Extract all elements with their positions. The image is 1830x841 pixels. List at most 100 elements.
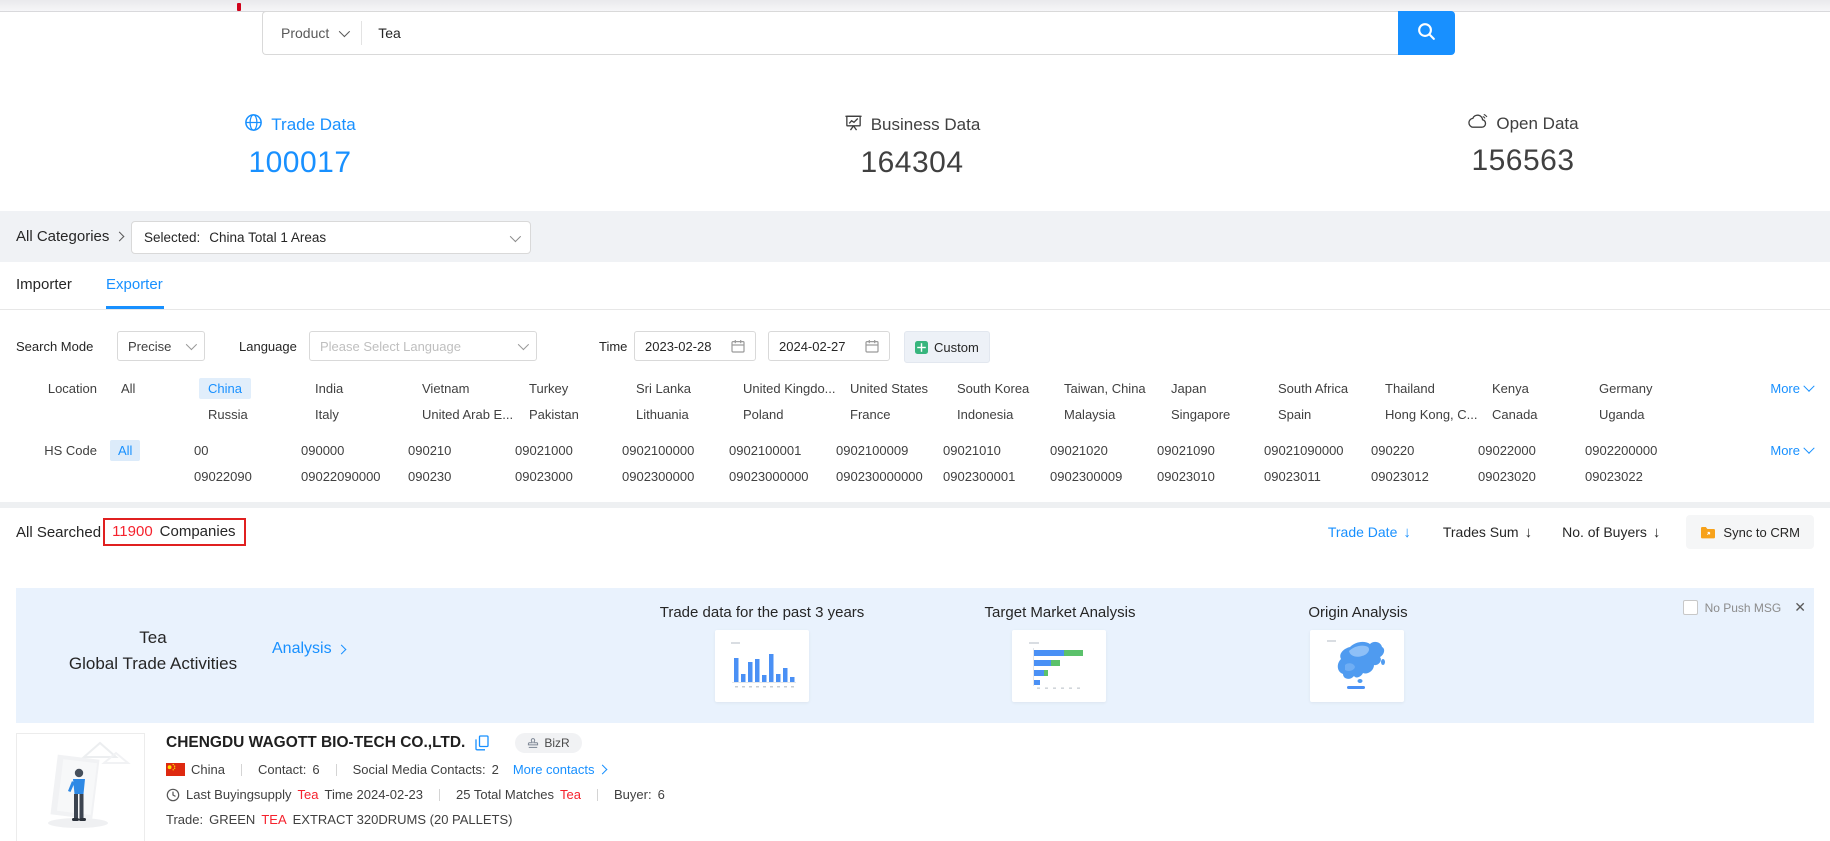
hs-code-item[interactable]: 09023000000: [729, 466, 836, 484]
search-input[interactable]: [362, 25, 1398, 41]
location-item[interactable]: Poland: [729, 404, 836, 422]
location-item[interactable]: Singapore: [1157, 404, 1264, 422]
location-item[interactable]: France: [836, 404, 943, 422]
hs-code-more-button[interactable]: More: [1770, 443, 1813, 458]
trade-chart-thumbnail[interactable]: [715, 630, 809, 702]
hs-code-item[interactable]: 090230: [408, 466, 515, 484]
trade-label: Trade:: [166, 812, 203, 827]
search-category-select[interactable]: Product: [263, 25, 361, 41]
hs-code-item[interactable]: 0902300001: [943, 466, 1050, 484]
sync-to-crm-button[interactable]: Sync to CRM: [1686, 515, 1814, 549]
hs-code-item[interactable]: 00: [194, 440, 301, 458]
tab-importer[interactable]: Importer: [16, 262, 72, 306]
stat-open-data[interactable]: Open Data 156563: [1393, 113, 1653, 178]
origin-map-thumbnail[interactable]: [1310, 630, 1404, 702]
hs-code-item[interactable]: 09023000: [515, 466, 622, 484]
analysis-link[interactable]: Analysis: [272, 640, 345, 658]
company-placeholder-illustration: [26, 739, 136, 838]
location-item[interactable]: Lithuania: [622, 404, 729, 422]
hs-code-item[interactable]: 0902100009: [836, 440, 943, 458]
search-mode-select[interactable]: Precise: [117, 331, 205, 361]
hs-code-item[interactable]: 0902200000: [1585, 440, 1692, 458]
location-item[interactable]: Malaysia: [1050, 404, 1157, 422]
company-thumbnail[interactable]: [16, 733, 145, 841]
hs-code-item[interactable]: 09021020: [1050, 440, 1157, 458]
copy-icon[interactable]: [475, 735, 489, 751]
banner-title: Tea Global Trade Activities: [42, 625, 264, 677]
location-item[interactable]: Germany: [1585, 378, 1692, 399]
sort-label: Trade Date: [1328, 524, 1398, 540]
hs-code-item[interactable]: 090210: [408, 440, 515, 458]
matches-text: 25 Total Matches: [456, 787, 554, 802]
stat-trade-data[interactable]: Trade Data 100017: [170, 113, 430, 180]
location-item[interactable]: South Africa: [1264, 378, 1371, 399]
location-item[interactable]: India: [301, 378, 408, 399]
hs-code-item[interactable]: 09021090000: [1264, 440, 1371, 458]
stat-business-data[interactable]: Business Data 164304: [782, 113, 1042, 180]
hs-code-item[interactable]: 09023020: [1478, 466, 1585, 484]
hs-code-item[interactable]: 09022090000: [301, 466, 408, 484]
custom-time-button[interactable]: Custom: [904, 331, 990, 363]
location-more-button[interactable]: More: [1770, 381, 1813, 396]
hs-code-item[interactable]: 09021000: [515, 440, 622, 458]
hs-code-item[interactable]: 090220: [1371, 440, 1478, 458]
location-item[interactable]: South Korea: [943, 378, 1050, 399]
location-item[interactable]: Uganda: [1585, 404, 1692, 422]
location-item[interactable]: Canada: [1478, 404, 1585, 422]
hs-code-item[interactable]: 09023010: [1157, 466, 1264, 484]
divider: [597, 789, 598, 801]
hs-code-item[interactable]: 0902100000: [622, 440, 729, 458]
target-market-thumbnail[interactable]: [1012, 630, 1106, 702]
bizr-badge[interactable]: BizR: [515, 733, 581, 753]
no-push-checkbox[interactable]: [1683, 600, 1698, 615]
language-select[interactable]: Please Select Language: [309, 331, 537, 361]
hs-code-item[interactable]: 09023022: [1585, 466, 1692, 484]
location-item[interactable]: Taiwan, China: [1050, 378, 1157, 399]
all-categories-button[interactable]: All Categories: [16, 211, 123, 262]
location-item[interactable]: Vietnam: [408, 378, 515, 399]
sort-no-of-buyers[interactable]: No. of Buyers ↓: [1562, 524, 1660, 541]
hs-code-item[interactable]: 09021010: [943, 440, 1050, 458]
grid-icon: [915, 341, 928, 354]
location-item[interactable]: Indonesia: [943, 404, 1050, 422]
date-from-picker[interactable]: 2023-02-28: [634, 331, 756, 361]
location-item[interactable]: United Kingdo...: [729, 378, 836, 399]
hs-code-item[interactable]: 090000: [301, 440, 408, 458]
hs-code-item[interactable]: 090230000000: [836, 466, 943, 484]
location-item[interactable]: Spain: [1264, 404, 1371, 422]
location-item[interactable]: Turkey: [515, 378, 622, 399]
location-item[interactable]: Pakistan: [515, 404, 622, 422]
location-item[interactable]: Thailand: [1371, 378, 1478, 399]
selected-areas-dropdown[interactable]: Selected: China Total 1 Areas: [131, 221, 531, 254]
location-item[interactable]: Italy: [301, 404, 408, 422]
company-name[interactable]: CHENGDU WAGOTT BIO-TECH CO.,LTD.: [166, 734, 465, 752]
hs-code-item[interactable]: 09022000: [1478, 440, 1585, 458]
location-item[interactable]: United States: [836, 378, 943, 399]
location-item[interactable]: United Arab E...: [408, 404, 515, 422]
search-button[interactable]: [1398, 11, 1455, 55]
hs-code-item[interactable]: 0902300000: [622, 466, 729, 484]
location-item[interactable]: Russia: [194, 404, 301, 422]
hs-code-all[interactable]: All: [97, 440, 194, 461]
sort-trades-sum[interactable]: Trades Sum ↓: [1443, 524, 1532, 541]
date-to-picker[interactable]: 2024-02-27: [768, 331, 890, 361]
location-item-selected[interactable]: China: [194, 378, 301, 399]
no-push-label: No Push MSG: [1705, 601, 1782, 615]
location-item[interactable]: Kenya: [1478, 378, 1585, 399]
location-all[interactable]: All: [97, 378, 194, 396]
chevron-right-icon: [598, 765, 608, 775]
results-toolbar: Trade Date ↓ Trades Sum ↓ No. of Buyers …: [1328, 509, 1814, 555]
hs-code-item[interactable]: 09023012: [1371, 466, 1478, 484]
more-contacts-link[interactable]: More contacts: [513, 762, 607, 777]
hs-code-item[interactable]: 0902100001: [729, 440, 836, 458]
hs-code-item[interactable]: 0902300009: [1050, 466, 1157, 484]
sort-trade-date[interactable]: Trade Date ↓: [1328, 524, 1411, 541]
hs-code-item[interactable]: 09022090: [194, 466, 301, 484]
tab-exporter[interactable]: Exporter: [106, 262, 163, 306]
hs-code-item[interactable]: 09023011: [1264, 466, 1371, 484]
close-icon[interactable]: ✕: [1794, 599, 1806, 616]
location-item[interactable]: Japan: [1157, 378, 1264, 399]
location-item[interactable]: Sri Lanka: [622, 378, 729, 399]
hs-code-item[interactable]: 09021090: [1157, 440, 1264, 458]
location-item[interactable]: Hong Kong, C...: [1371, 404, 1478, 422]
